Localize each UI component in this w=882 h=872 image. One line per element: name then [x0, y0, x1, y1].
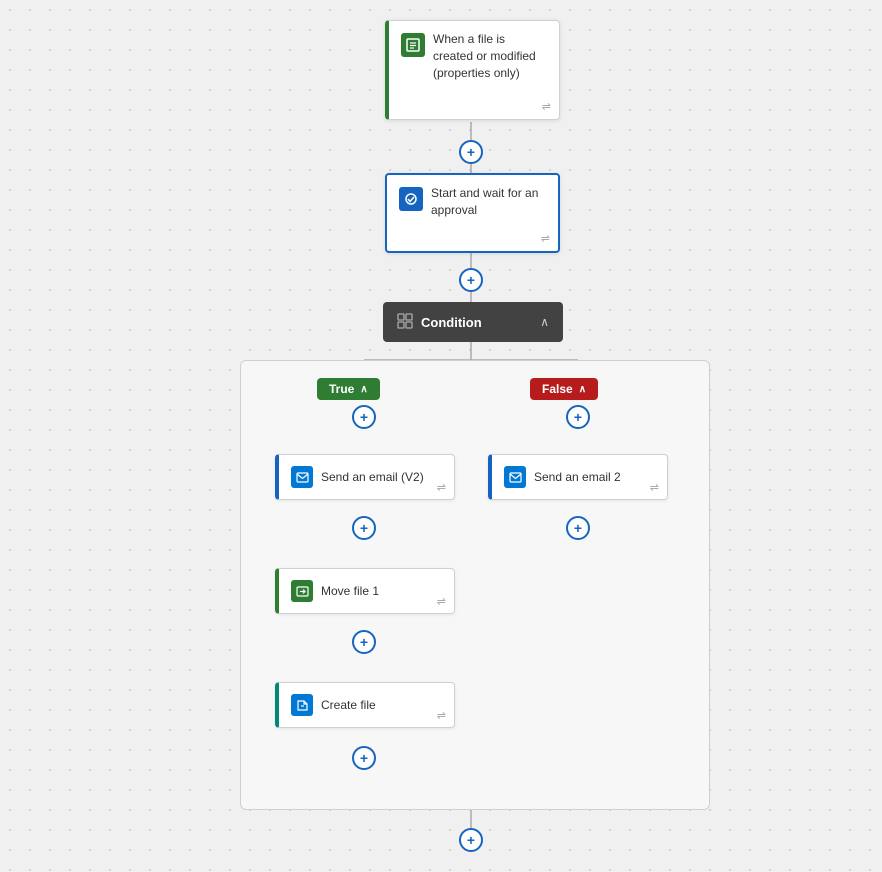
false-branch-label[interactable]: False ∧: [530, 378, 598, 400]
false-label-text: False: [542, 382, 573, 396]
move-icon: [291, 580, 313, 602]
true-add-button-3[interactable]: +: [352, 630, 376, 654]
create-file-label: Create file: [321, 698, 376, 712]
trigger-node[interactable]: When a file is created or modified (prop…: [385, 20, 560, 120]
email-icon: [291, 466, 313, 488]
condition-node[interactable]: Condition ∧: [383, 302, 563, 342]
false-chevron: ∧: [579, 384, 586, 395]
true-branch-label[interactable]: True ∧: [317, 378, 380, 400]
email2-link-icon: ⇌: [650, 481, 659, 494]
approval-icon: [399, 187, 423, 211]
condition-label: Condition: [421, 315, 482, 330]
true-action-create[interactable]: Create file ⇌: [275, 682, 455, 728]
move-file-label: Move file 1: [321, 584, 379, 598]
flow-canvas: When a file is created or modified (prop…: [0, 0, 882, 872]
true-add-button-bottom[interactable]: +: [352, 746, 376, 770]
add-button-2[interactable]: +: [459, 268, 483, 292]
trigger-label: When a file is created or modified (prop…: [433, 31, 547, 81]
approval-link-icon: ⇌: [541, 232, 550, 245]
true-label-text: True: [329, 382, 354, 396]
false-action-email2[interactable]: Send an email 2 ⇌: [488, 454, 668, 500]
email2-label: Send an email 2: [534, 470, 621, 484]
email-v2-label: Send an email (V2): [321, 470, 424, 484]
false-add-button-bottom[interactable]: +: [566, 516, 590, 540]
true-add-button-top[interactable]: +: [352, 405, 376, 429]
false-add-button-top[interactable]: +: [566, 405, 590, 429]
trigger-link-icon: ⇌: [542, 100, 551, 113]
bottom-add-button[interactable]: +: [459, 828, 483, 852]
create-link-icon: ⇌: [437, 709, 446, 722]
true-action-email[interactable]: Send an email (V2) ⇌: [275, 454, 455, 500]
approval-node[interactable]: Start and wait for an approval ⇌: [385, 173, 560, 253]
move-link-icon: ⇌: [437, 595, 446, 608]
true-chevron: ∧: [360, 384, 367, 395]
add-button-1[interactable]: +: [459, 140, 483, 164]
true-action-move[interactable]: Move file 1 ⇌: [275, 568, 455, 614]
create-icon: [291, 694, 313, 716]
condition-icon: [397, 313, 413, 332]
email2-icon: [504, 466, 526, 488]
condition-chevron[interactable]: ∧: [540, 315, 549, 329]
approval-label: Start and wait for an approval: [431, 185, 546, 219]
email-link-icon: ⇌: [437, 481, 446, 494]
trigger-icon: [401, 33, 425, 57]
true-add-button-2[interactable]: +: [352, 516, 376, 540]
